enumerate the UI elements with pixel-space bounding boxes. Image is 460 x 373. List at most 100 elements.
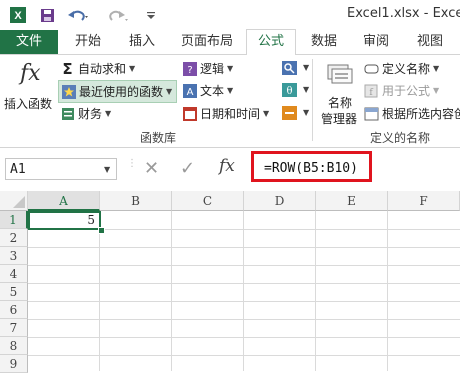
recent-functions-button[interactable]: 最近使用的函数 ▼ <box>58 80 178 103</box>
more-functions-button[interactable]: ▼ <box>282 105 309 120</box>
math-trig-button[interactable]: θ ▼ <box>282 82 309 97</box>
column-header-c[interactable]: C <box>172 191 244 211</box>
define-name-label: 定义名称 <box>382 62 431 76</box>
cell-a1[interactable]: 5 <box>28 211 101 230</box>
lookup-icon <box>282 60 297 75</box>
row-header-6[interactable]: 6 <box>0 301 28 319</box>
logical-button[interactable]: ? 逻辑 ▼ <box>182 60 233 77</box>
ribbon-tabs: 文件 开始 插入 页面布局 公式 数据 审阅 视图 <box>0 29 460 56</box>
save-icon[interactable] <box>38 5 56 25</box>
row-header-2[interactable]: 2 <box>0 229 28 247</box>
excel-logo-icon: X <box>8 5 28 25</box>
highlight-box <box>251 151 372 182</box>
math-icon: θ <box>282 82 297 97</box>
logical-label: 逻辑 <box>200 62 225 76</box>
autosum-label: 自动求和 <box>78 62 127 76</box>
tab-data[interactable]: 数据 <box>302 30 346 54</box>
tab-insert[interactable]: 插入 <box>120 30 164 54</box>
svg-text:X: X <box>14 10 22 22</box>
financial-button[interactable]: 财务 ▼ <box>60 105 111 122</box>
row-header-7[interactable]: 7 <box>0 319 28 337</box>
calendar-icon <box>182 106 197 121</box>
redo-icon[interactable] <box>106 5 130 25</box>
more-functions-icon <box>282 105 297 120</box>
name-manager-icon <box>326 61 354 90</box>
tab-file[interactable]: 文件 <box>0 30 58 54</box>
enter-icon[interactable]: ✓ <box>180 158 195 179</box>
use-in-formula-button[interactable]: f 用于公式 ▼ <box>364 82 439 99</box>
column-header-a[interactable]: A <box>28 191 100 211</box>
chevron-down-icon: ▼ <box>105 109 112 118</box>
formula-bar: A1 ▼ ⋮ ✕ ✓ fx =ROW(B5:B10) <box>0 148 460 190</box>
svg-text:A: A <box>186 87 193 98</box>
chevron-down-icon: ▼ <box>129 64 136 73</box>
row-header-5[interactable]: 5 <box>0 283 28 301</box>
insert-function-label: 插入函数 <box>4 97 53 111</box>
fill-handle[interactable] <box>98 227 105 234</box>
use-in-formula-icon: f <box>364 83 379 98</box>
name-manager-label-1: 名称 <box>328 96 353 110</box>
drag-handle-icon[interactable]: ⋮ <box>127 159 137 169</box>
financial-label: 财务 <box>78 107 103 121</box>
svg-text:?: ? <box>187 65 192 76</box>
text-button[interactable]: A 文本 ▼ <box>182 82 233 99</box>
column-header-e[interactable]: E <box>316 191 388 211</box>
name-manager-label-2: 管理器 <box>321 112 358 126</box>
row-header-8[interactable]: 8 <box>0 337 28 355</box>
row-header-1[interactable]: 1 <box>0 211 28 229</box>
define-name-icon <box>364 61 379 76</box>
svg-text:θ: θ <box>286 86 292 97</box>
cancel-icon[interactable]: ✕ <box>144 158 159 179</box>
chevron-down-icon: ▼ <box>263 109 270 118</box>
create-from-selection-button[interactable]: 根据所选内容创 <box>364 105 460 122</box>
create-from-selection-icon <box>364 106 379 121</box>
text-label: 文本 <box>200 84 225 98</box>
recent-functions-label: 最近使用的函数 <box>79 85 164 99</box>
create-from-selection-label: 根据所选内容创 <box>382 107 460 121</box>
chevron-down-icon: ▼ <box>166 87 173 96</box>
financial-icon <box>60 106 75 121</box>
tab-home[interactable]: 开始 <box>66 30 110 54</box>
lookup-reference-button[interactable]: ▼ <box>282 60 309 75</box>
tab-review[interactable]: 审阅 <box>354 30 398 54</box>
star-icon <box>61 84 76 99</box>
insert-function-button[interactable]: fx 插入函数 <box>4 57 56 113</box>
use-in-formula-label: 用于公式 <box>382 84 431 98</box>
name-manager-button[interactable]: 名称 管理器 <box>318 57 362 127</box>
tab-page-layout[interactable]: 页面布局 <box>174 30 240 54</box>
row-header-9[interactable]: 9 <box>0 355 28 373</box>
column-header-d[interactable]: D <box>244 191 316 211</box>
chevron-down-icon: ▼ <box>433 86 440 95</box>
date-time-button[interactable]: 日期和时间 ▼ <box>182 105 269 122</box>
worksheet-grid: A B C D E F 1 2 3 4 5 6 7 8 9 5 <box>0 191 460 373</box>
cell-gridlines <box>28 211 460 371</box>
window-title: Excel1.xlsx - Exce <box>347 6 460 21</box>
ribbon-formulas: fx 插入函数 Σ 自动求和 ▼ 最近使用的函数 ▼ 财务 ▼ ? 逻辑 ▼ A… <box>0 55 460 148</box>
undo-icon[interactable] <box>66 5 90 25</box>
chevron-down-icon: ▼ <box>303 63 310 72</box>
fx-icon: fx <box>20 61 41 86</box>
chevron-down-icon: ▼ <box>227 86 234 95</box>
title-bar: X Excel1.xlsx - Exce <box>0 0 460 30</box>
select-all-icon <box>13 196 25 208</box>
define-name-button[interactable]: 定义名称 ▼ <box>364 60 439 77</box>
name-box[interactable]: A1 <box>5 158 117 180</box>
column-header-b[interactable]: B <box>100 191 172 211</box>
tab-view[interactable]: 视图 <box>408 30 452 54</box>
name-box-dropdown-icon[interactable]: ▼ <box>104 165 110 174</box>
row-header-4[interactable]: 4 <box>0 265 28 283</box>
text-icon: A <box>182 83 197 98</box>
function-library-group-label: 函数库 <box>140 131 177 145</box>
customize-quick-access-icon[interactable] <box>144 5 158 25</box>
defined-names-group-label: 定义的名称 <box>370 131 431 145</box>
tab-formulas[interactable]: 公式 <box>246 29 296 56</box>
row-header-3[interactable]: 3 <box>0 247 28 265</box>
chevron-down-icon: ▼ <box>433 64 440 73</box>
autosum-button[interactable]: Σ 自动求和 ▼ <box>60 59 136 78</box>
group-divider <box>312 59 313 141</box>
select-all-corner[interactable] <box>0 191 28 211</box>
sigma-icon: Σ <box>62 59 73 78</box>
chevron-down-icon: ▼ <box>227 64 234 73</box>
column-header-f[interactable]: F <box>388 191 460 211</box>
insert-function-fx-icon[interactable]: fx <box>219 156 235 176</box>
